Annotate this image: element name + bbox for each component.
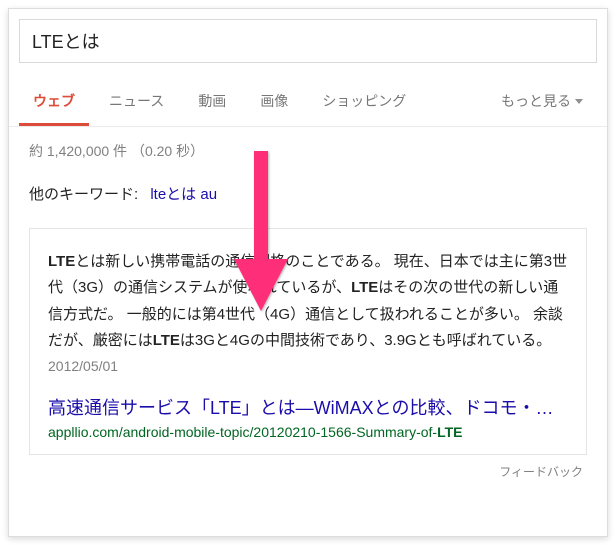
result-title: 高速通信サービス「LTE」とは―WiMAXとの比較、ドコモ・… xyxy=(48,394,568,420)
tab-more[interactable]: もっと見る xyxy=(487,77,597,126)
results-body: 約 1,420,000 件 （0.20 秒） 他のキーワード: lteとは au… xyxy=(9,127,607,490)
answer-date: 2012/05/01 xyxy=(48,358,118,374)
result-url: appllio.com/android-mobile-topic/2012021… xyxy=(48,424,568,440)
snippet-bold: LTE xyxy=(48,253,75,270)
tab-video[interactable]: 動画 xyxy=(184,77,240,126)
tab-web[interactable]: ウェブ xyxy=(19,77,89,126)
search-input[interactable]: LTEとは xyxy=(19,19,597,63)
search-results-frame: LTEとは ウェブ ニュース 動画 画像 ショッピング もっと見る 約 1,42… xyxy=(8,8,608,537)
search-tabs: ウェブ ニュース 動画 画像 ショッピング もっと見る xyxy=(9,77,607,127)
related-keywords: 他のキーワード: lteとは au xyxy=(29,183,587,204)
related-link[interactable]: lteとは au xyxy=(150,186,217,203)
answer-snippet: LTEとは新しい携帯電話の通信規格のことである。 現在、日本では主に第3世代（3… xyxy=(48,249,568,380)
tab-image[interactable]: 画像 xyxy=(246,77,302,126)
result-title-link[interactable]: 高速通信サービス「LTE」とは―WiMAXとの比較、ドコモ・… xyxy=(48,394,568,420)
tab-shopping[interactable]: ショッピング xyxy=(308,77,420,126)
feedback-link[interactable]: フィードバック xyxy=(29,463,587,480)
snippet-bold: LTE xyxy=(351,279,378,296)
snippet-bold: LTE xyxy=(153,332,180,349)
answer-box: LTEとは新しい携帯電話の通信規格のことである。 現在、日本では主に第3世代（3… xyxy=(29,228,587,455)
result-stats: 約 1,420,000 件 （0.20 秒） xyxy=(29,141,587,161)
tab-news[interactable]: ニュース xyxy=(95,77,178,126)
chevron-down-icon xyxy=(575,99,583,104)
tab-more-label: もっと見る xyxy=(501,91,571,111)
related-label: 他のキーワード: xyxy=(29,186,138,203)
